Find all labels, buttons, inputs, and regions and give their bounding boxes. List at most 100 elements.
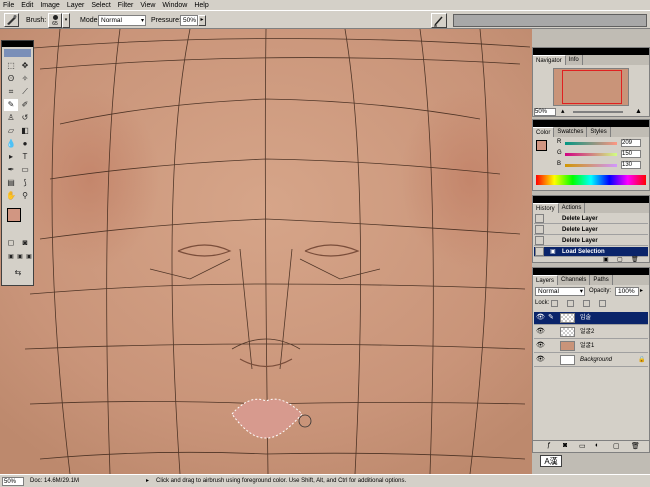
marquee-tool-icon[interactable]: ⬚ [4, 60, 18, 72]
history-item[interactable]: Delete Layer [534, 214, 648, 224]
tab-paths[interactable]: Paths [590, 275, 613, 285]
eye-icon[interactable]: 👁 [536, 327, 545, 337]
standard-mode-icon[interactable]: ◻ [4, 237, 18, 249]
trash-icon[interactable]: 🗑 [631, 256, 639, 263]
r-slider[interactable] [565, 142, 617, 145]
status-zoom-input[interactable]: 50% [2, 477, 24, 486]
palette-well-brush-icon[interactable] [431, 13, 447, 28]
layer-style-icon[interactable]: ƒ [547, 442, 551, 449]
g-input[interactable]: 150 [621, 150, 641, 158]
layer-row-background[interactable]: 👁 Background 🔒 [534, 354, 648, 367]
opacity-input[interactable]: 100% [615, 287, 639, 296]
opacity-arrow-icon[interactable]: ▸ [640, 287, 643, 294]
history-titlebar[interactable] [533, 196, 649, 203]
history-item[interactable]: Delete Layer [534, 225, 648, 235]
layers-titlebar[interactable] [533, 268, 649, 275]
menu-layer[interactable]: Layer [67, 2, 85, 9]
gradient-tool-icon[interactable]: ◧ [18, 125, 32, 137]
menu-edit[interactable]: Edit [21, 2, 33, 9]
blur-tool-icon[interactable]: 💧 [4, 138, 18, 150]
menu-window[interactable]: Window [162, 2, 187, 9]
document-canvas[interactable] [0, 29, 532, 474]
lasso-tool-icon[interactable]: ʘ [4, 73, 18, 85]
layer-row-lips[interactable]: 👁 ✎ 입술 [534, 312, 648, 325]
eraser-tool-icon[interactable]: ▱ [4, 125, 18, 137]
navigator-titlebar[interactable] [533, 48, 649, 55]
history-brush-source-icon[interactable] [535, 236, 544, 245]
tool-preset-airbrush-icon[interactable] [4, 13, 19, 27]
zoom-out-icon[interactable]: ▴ [561, 108, 565, 116]
eye-icon[interactable]: 👁 [536, 341, 545, 351]
screen-mode-full-icon[interactable]: ▣ [22, 251, 36, 263]
adjustment-layer-icon[interactable]: ◐ [595, 442, 599, 449]
g-slider[interactable] [565, 153, 617, 156]
history-brush-source-icon[interactable] [535, 214, 544, 223]
brush-picker[interactable]: 65 [48, 13, 62, 28]
menu-filter[interactable]: Filter [118, 2, 134, 9]
pressure-input[interactable]: 50% [180, 15, 198, 26]
shape-tool-icon[interactable]: ▭ [18, 164, 32, 176]
tab-history[interactable]: History [533, 203, 559, 213]
crop-tool-icon[interactable]: ⌗ [4, 86, 18, 98]
notes-tool-icon[interactable]: ▤ [4, 177, 18, 189]
adobe-online-icon[interactable] [4, 49, 31, 57]
navigator-zoom-input[interactable]: 50% [534, 108, 556, 116]
tab-channels[interactable]: Channels [558, 275, 591, 285]
pen-tool-icon[interactable]: ✒ [4, 164, 18, 176]
mode-select[interactable]: Normal ▾ [98, 15, 146, 26]
menu-help[interactable]: Help [194, 2, 208, 9]
status-arrow-icon[interactable]: ▸ [146, 475, 149, 487]
toolbox-titlebar[interactable] [2, 41, 33, 47]
eye-icon[interactable]: 👁 [536, 355, 545, 365]
blend-mode-select[interactable]: Normal ▾ [535, 287, 585, 296]
dodge-tool-icon[interactable]: ● [18, 138, 32, 150]
layer-row-face2[interactable]: 👁 얼굴2 [534, 326, 648, 339]
lock-image-checkbox[interactable] [567, 300, 574, 307]
lock-transparency-checkbox[interactable] [551, 300, 558, 307]
new-set-icon[interactable]: ▭ [579, 442, 586, 450]
color-panel-foreground-swatch[interactable] [536, 140, 547, 151]
b-slider[interactable] [565, 164, 617, 167]
magic-wand-tool-icon[interactable]: ✧ [18, 73, 32, 85]
lock-all-checkbox[interactable] [599, 300, 606, 307]
tab-color[interactable]: Color [533, 127, 555, 137]
navigator-view-box[interactable] [562, 70, 622, 104]
airbrush-tool-icon[interactable]: ✎ [4, 99, 18, 111]
layer-mask-icon[interactable]: ◙ [563, 442, 567, 449]
menu-image[interactable]: Image [40, 2, 59, 9]
stamp-tool-icon[interactable]: ♙ [4, 112, 18, 124]
slice-tool-icon[interactable]: ⟋ [18, 86, 32, 98]
document-size[interactable]: Doc: 14.6M/29.1M [30, 475, 79, 487]
trash-icon[interactable]: 🗑 [631, 442, 640, 450]
hand-tool-icon[interactable]: ✋ [4, 190, 18, 202]
tab-layers[interactable]: Layers [533, 275, 559, 285]
tab-styles[interactable]: Styles [587, 127, 611, 137]
tab-info[interactable]: Info [566, 55, 583, 65]
b-input[interactable]: 130 [621, 161, 641, 169]
lock-position-checkbox[interactable] [583, 300, 590, 307]
menu-view[interactable]: View [140, 2, 155, 9]
palette-well[interactable] [453, 14, 647, 27]
eye-icon[interactable]: 👁 [536, 313, 545, 323]
layer-row-face1[interactable]: 👁 얼굴1 [534, 340, 648, 353]
r-input[interactable]: 209 [621, 139, 641, 147]
navigator-thumbnail[interactable] [553, 68, 629, 106]
brush-tool-icon[interactable]: ✐ [18, 99, 32, 111]
zoom-in-icon[interactable]: ▲ [635, 108, 642, 116]
jump-to-imageready-icon[interactable]: ⇆ [11, 267, 25, 279]
history-brush-tool-icon[interactable]: ↺ [18, 112, 32, 124]
tab-actions[interactable]: Actions [559, 203, 586, 213]
history-item[interactable]: Delete Layer [534, 236, 648, 246]
pressure-slider-arrow-icon[interactable]: ▸ [198, 15, 206, 26]
brush-link-icon[interactable]: ✎ [548, 313, 554, 323]
quick-mask-mode-icon[interactable]: ◙ [18, 237, 32, 249]
type-tool-icon[interactable]: T [18, 151, 32, 163]
eyedropper-tool-icon[interactable]: ⟆ [18, 177, 32, 189]
history-brush-source-icon[interactable] [535, 247, 544, 256]
navigator-zoom-slider[interactable] [573, 111, 623, 113]
brush-dropdown-arrow-icon[interactable]: ▾ [62, 13, 70, 28]
new-snapshot-icon[interactable]: ▣ [603, 256, 609, 263]
new-document-icon[interactable]: ▢ [617, 256, 623, 263]
ime-indicator[interactable]: A漢 [540, 455, 562, 467]
color-titlebar[interactable] [533, 120, 649, 127]
